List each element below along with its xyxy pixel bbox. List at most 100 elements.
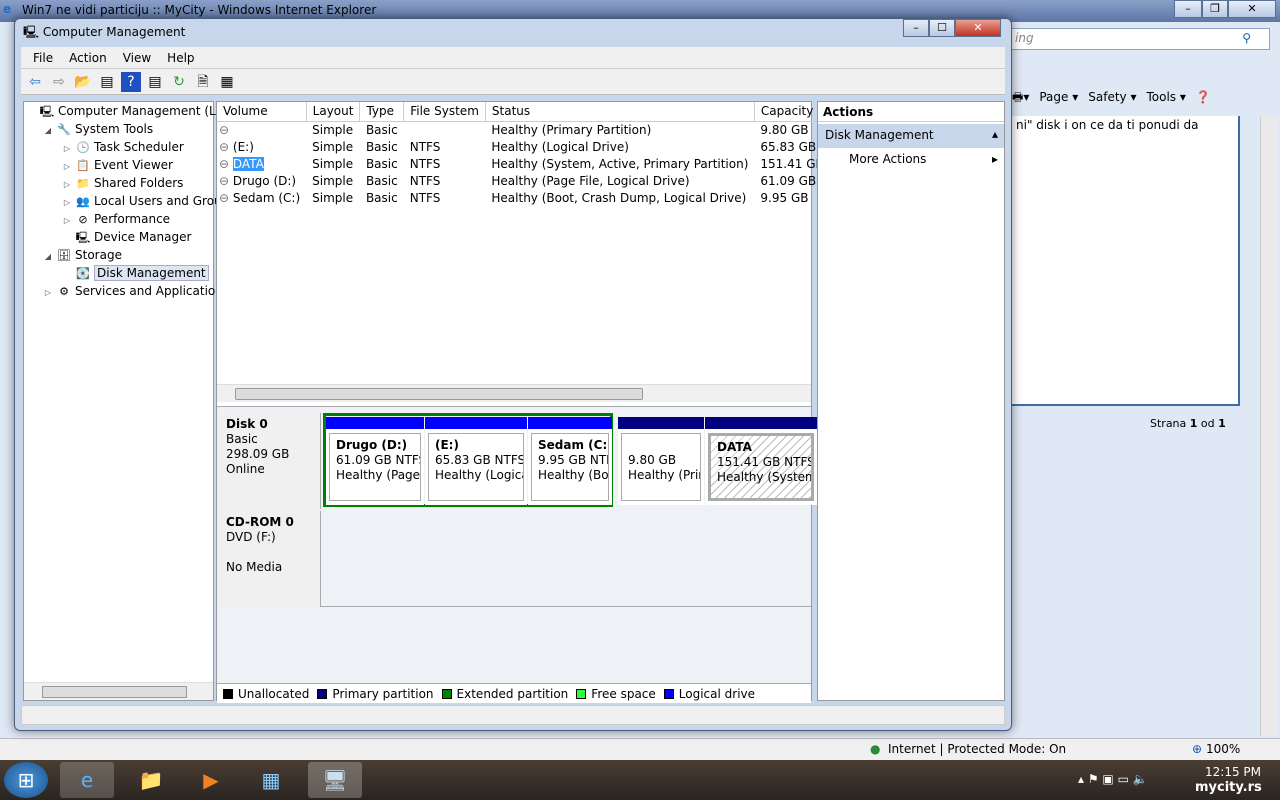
zoom-level[interactable]: 100% (1206, 742, 1240, 756)
tree-scrollbar[interactable] (24, 682, 213, 700)
console-tree: 🖳 Computer Management (Local ◢ 🔧 System Tool… (23, 101, 240, 701)
ie-minimize-button[interactable]: – (1174, 0, 1202, 18)
cell: Basic (365, 139, 398, 154)
partition-color-bar (425, 417, 527, 429)
volume-row[interactable]: ⊖ Simple Basic Healthy (Primary Partition)… (217, 121, 901, 138)
collapse-icon[interactable]: ▴ (992, 127, 998, 141)
expander-icon[interactable]: ◢ (43, 248, 53, 266)
safety-menu[interactable]: Safety ▾ (1088, 90, 1136, 104)
tree-item[interactable]: ▷ 📁 Shared Folders (62, 174, 183, 192)
legend-label: Primary partition (332, 686, 434, 701)
ie-close-button[interactable]: ✕ (1228, 0, 1276, 18)
refresh-icon[interactable]: ↻ (169, 72, 189, 92)
tree-item[interactable]: ▷ 👥 Local Users and Groups (62, 192, 236, 210)
properties-icon[interactable]: 🗎 (193, 72, 213, 92)
column-header[interactable]: Type (359, 102, 405, 122)
taskbar-ie[interactable]: e (60, 762, 114, 798)
cell: NTFS (409, 139, 441, 154)
cell: ⊖ Drugo (D:) (219, 173, 297, 188)
column-header[interactable]: File System (403, 102, 486, 122)
tools-menu[interactable]: Tools ▾ (1146, 90, 1185, 104)
page-menu[interactable]: Page ▾ (1039, 90, 1078, 104)
tray-icons[interactable]: ▴ ⚑ ▣ ▭ 🔈 (1078, 772, 1148, 786)
cm-title: Computer Management (42, 25, 186, 39)
help-icon[interactable]: ❓ (1196, 90, 1211, 104)
tree-item[interactable]: ▷ ⊘ Performance (62, 210, 170, 228)
show-hide-tree-icon[interactable]: ▤ (97, 72, 117, 92)
cm-maximize-button[interactable]: ☐ (929, 19, 955, 37)
tree-item[interactable]: 💽 Disk Management (62, 264, 209, 282)
menu-action[interactable]: Action (69, 51, 107, 65)
taskbar-control[interactable]: ▦ (244, 762, 298, 798)
computer-management-window: 🖳 Computer Management – ☐ ✕ File Action Vi… (14, 18, 1012, 731)
cdrom0-label[interactable]: CD-ROM 0 DVD (F:) No Media (217, 511, 321, 607)
horizontal-scrollbar[interactable] (217, 384, 811, 402)
menu-file[interactable]: File (33, 51, 53, 65)
tree-item[interactable]: ▷ 🕒 Task Scheduler (62, 138, 184, 156)
cell: Simple (312, 173, 354, 188)
cm-minimize-button[interactable]: – (903, 19, 929, 37)
back-icon[interactable]: ⇦ (25, 72, 45, 92)
volume-row[interactable]: ⊖ Sedam (C:) Simple Basic NTFS Healthy (Boot… (217, 189, 901, 206)
partition-block[interactable]: 9.80 GBHealthy (Prim (618, 417, 704, 505)
partition-block[interactable]: Drugo (D:)61.09 GB NTFSHealthy (Page F (326, 417, 424, 505)
tree-item[interactable]: 🖳 Device Manager (62, 228, 192, 246)
cell: Basic (365, 173, 398, 188)
column-header[interactable]: Layout (306, 102, 361, 122)
node-icon: 🔧 (57, 123, 71, 136)
partition-block[interactable]: Sedam (C:) 9.95 GB NTF Healthy (Boo (528, 417, 612, 505)
up-folder-icon[interactable]: 📂 (73, 72, 93, 92)
volume-row[interactable]: ⊖ (E:) Simple Basic NTFS Healthy (Logical Dr… (217, 138, 901, 155)
security-zone: Internet | Protected Mode: On (888, 742, 1067, 756)
disk0-label[interactable]: Disk 0 Basic 298.09 GB Online (217, 413, 321, 509)
menu-view[interactable]: View (123, 51, 151, 65)
start-button[interactable]: ⊞ (4, 762, 48, 798)
more-actions[interactable]: More Actions ▸ (818, 148, 1004, 166)
legend-label: Extended partition (456, 686, 569, 701)
search-icon[interactable]: ⚲ (1242, 31, 1251, 45)
actions-section-disk-management[interactable]: Disk Management ▴ (818, 124, 1004, 148)
forward-icon[interactable]: ⇨ (49, 72, 69, 92)
node-icon: 📋 (76, 159, 90, 172)
volume-row[interactable]: ⊖ DATA Simple Basic NTFS Healthy (System, Ac… (217, 155, 901, 172)
volume-row[interactable]: ⊖ Drugo (D:) Simple Basic NTFS Healthy (Page… (217, 172, 901, 189)
node-icon: 📁 (76, 177, 90, 190)
help-icon[interactable]: ? (121, 71, 141, 92)
column-header[interactable]: Volume (217, 102, 307, 122)
taskbar-computer-management[interactable]: 🖥 (308, 762, 362, 798)
cell: NTFS (409, 173, 441, 188)
tree-item[interactable]: ◢ 🗄 Storage (43, 246, 122, 264)
scroll-thumb[interactable] (235, 388, 643, 400)
expander-icon[interactable]: ▷ (43, 284, 53, 302)
zoom-icon[interactable]: ⊕ (1192, 742, 1202, 756)
ie-search-box[interactable]: ing ⚲ (1000, 28, 1270, 50)
menu-help[interactable]: Help (167, 51, 194, 65)
taskbar-explorer[interactable]: 📁 (124, 762, 178, 798)
expander-icon[interactable]: ◢ (43, 122, 53, 140)
ie-scrollbar[interactable] (1260, 116, 1278, 736)
print-icon[interactable]: 🖶▾ (1012, 90, 1029, 104)
drive-icon: ⊖ (219, 139, 230, 154)
partition-block[interactable]: (E:) 65.83 GB NTFS Healthy (Logical (425, 417, 527, 505)
cell: NTFS (409, 156, 441, 171)
tree-item[interactable]: ▷ 📋 Event Viewer (62, 156, 173, 174)
ie-title: Win7 ne vidi particiju :: MyCity - Windo… (22, 3, 377, 17)
clock-time[interactable]: 12:15 PM (1205, 765, 1261, 779)
settings-icon[interactable]: ▦ (217, 72, 237, 92)
taskbar-media-player[interactable]: ▶ (184, 762, 238, 798)
ie-status-bar: ● Internet | Protected Mode: On ⊕ 100% (0, 738, 1280, 760)
globe-icon: ● (870, 742, 881, 756)
ie-command-bar: 🖶▾ Page ▾ Safety ▾ Tools ▾ ❓ (1012, 88, 1280, 112)
cell: Healthy (System, Active, Primary Partiti… (491, 156, 749, 171)
partition-block[interactable]: DATA151.41 GB NTFSHealthy (System, A (705, 417, 817, 505)
tree-item[interactable]: 🖳 Computer Management (Local (26, 102, 240, 120)
ie-restore-button[interactable]: ❐ (1202, 0, 1228, 18)
tree-item[interactable]: ◢ 🔧 System Tools (43, 120, 153, 138)
tree-item[interactable]: ▷ ⚙ Services and Applications (43, 282, 229, 300)
cell: Simple (312, 156, 354, 171)
cm-close-button[interactable]: ✕ (955, 19, 1001, 37)
column-header[interactable]: Status (485, 102, 755, 122)
show-hide-action-pane-icon[interactable]: ▤ (145, 72, 165, 92)
actions-header: Actions (818, 102, 1004, 122)
drive-icon: ⊖ (219, 156, 230, 171)
